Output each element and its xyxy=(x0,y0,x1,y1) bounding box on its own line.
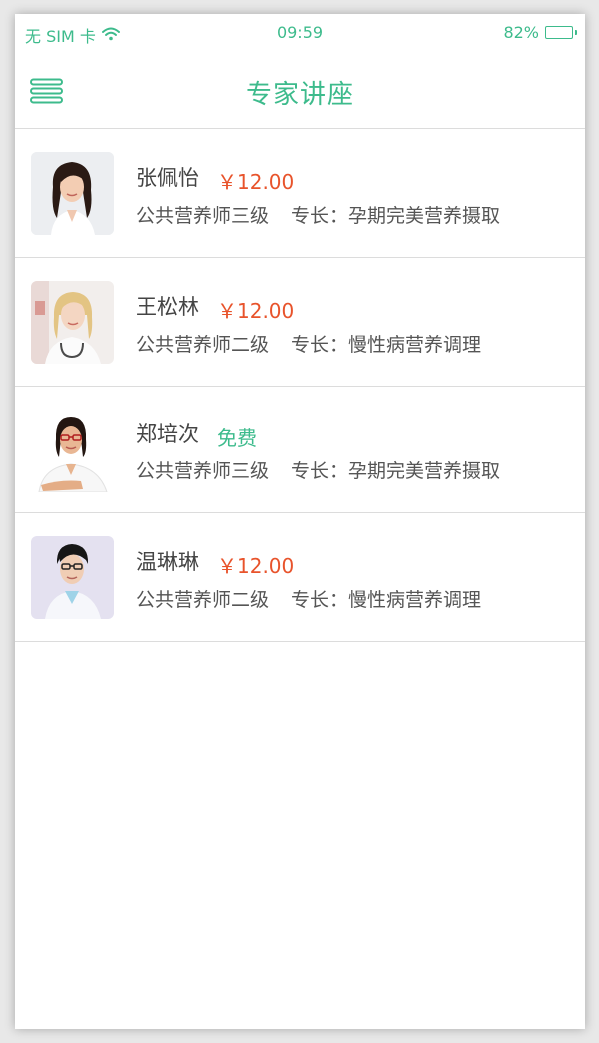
price-label: ￥12.00 xyxy=(217,554,295,578)
status-right: 82% xyxy=(503,23,577,42)
status-bar: 无 SIM 卡 09:59 82% xyxy=(15,14,585,52)
expert-description: 公共营养师三级 专长：孕期完美营养摄取 xyxy=(136,201,500,228)
expert-description: 公共营养师二级 专长：慢性病营养调理 xyxy=(136,330,481,357)
avatar xyxy=(31,409,114,492)
battery-percent: 82% xyxy=(503,23,539,42)
avatar xyxy=(31,281,114,364)
expert-description: 公共营养师二级 专长：慢性病营养调理 xyxy=(136,585,481,612)
expert-name: 温琳琳 xyxy=(136,550,199,574)
expert-title: 公共营养师二级 xyxy=(136,589,270,611)
expert-row[interactable]: 王松林 ￥12.00 公共营养师二级 专长：慢性病营养调理 xyxy=(15,258,585,387)
expert-row[interactable]: 郑培次 免费 公共营养师三级 专长：孕期完美营养摄取 xyxy=(15,387,585,513)
expert-name: 张佩怡 xyxy=(136,166,199,190)
nav-bar: 专家讲座 xyxy=(15,52,585,129)
price-label: ￥12.00 xyxy=(217,170,295,194)
expert-description: 公共营养师三级 专长：孕期完美营养摄取 xyxy=(136,456,500,483)
expert-name: 郑培次 xyxy=(136,422,199,446)
expert-name: 王松林 xyxy=(136,295,199,319)
expert-title: 公共营养师二级 xyxy=(136,334,270,356)
expert-specialty: 专长：慢性病营养调理 xyxy=(291,589,482,611)
phone-screen: 无 SIM 卡 09:59 82% 专家讲座 张佩怡 ￥12.00 公共营养师三… xyxy=(15,14,585,1029)
expert-specialty: 专长：孕期完美营养摄取 xyxy=(291,460,501,482)
expert-title: 公共营养师三级 xyxy=(136,460,270,482)
expert-row[interactable]: 张佩怡 ￥12.00 公共营养师三级 专长：孕期完美营养摄取 xyxy=(15,129,585,258)
expert-row[interactable]: 温琳琳 ￥12.00 公共营养师二级 专长：慢性病营养调理 xyxy=(15,513,585,642)
price-label: ￥12.00 xyxy=(217,299,295,323)
avatar xyxy=(31,152,114,235)
battery-icon xyxy=(545,26,577,39)
expert-list: 张佩怡 ￥12.00 公共营养师三级 专长：孕期完美营养摄取 王松林 ￥12.0… xyxy=(15,129,585,642)
avatar xyxy=(31,536,114,619)
status-time: 09:59 xyxy=(276,23,324,42)
expert-specialty: 专长：孕期完美营养摄取 xyxy=(291,205,501,227)
price-label: 免费 xyxy=(217,426,257,450)
page-title: 专家讲座 xyxy=(245,80,354,110)
expert-specialty: 专长：慢性病营养调理 xyxy=(291,334,482,356)
expert-title: 公共营养师三级 xyxy=(136,205,270,227)
